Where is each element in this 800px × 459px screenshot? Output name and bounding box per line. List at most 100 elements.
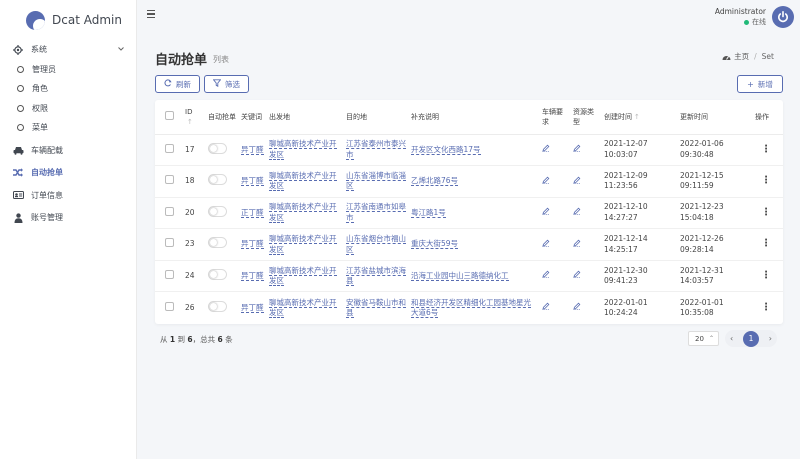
- brand-name: Dcat Admin: [52, 13, 122, 27]
- cell-keyword[interactable]: 异丁醛: [241, 270, 264, 281]
- edit-resource-icon[interactable]: [573, 271, 581, 280]
- edit-resource-icon[interactable]: [573, 207, 581, 217]
- table-row: 26 异丁醛 聊城高新技术产业开发区 安徽省马鞍山市和县 和县经济开发区精细化工园基地星…: [155, 292, 783, 324]
- sidebar-item-label: 菜单: [32, 123, 48, 133]
- row-checkbox[interactable]: [165, 269, 174, 279]
- auto-grab-switch[interactable]: [208, 268, 227, 280]
- row-checkbox[interactable]: [165, 301, 174, 311]
- cell-note[interactable]: 乙烯北路76号: [411, 176, 459, 187]
- cell-note[interactable]: 粤江路1号: [411, 207, 446, 218]
- edit-vehicle-icon[interactable]: [542, 239, 550, 249]
- row-checkbox[interactable]: [165, 143, 174, 153]
- pagination-summary: 从 1 到 6，总共 6 条: [160, 335, 233, 344]
- auto-grab-switch[interactable]: [208, 237, 227, 249]
- cell-destination[interactable]: 山东省烟台市福山区: [346, 234, 406, 255]
- sidebar-item-accounts[interactable]: 账号管理: [0, 208, 136, 228]
- circle-icon: [17, 65, 24, 73]
- cell-origin[interactable]: 聊城高新技术产业开发区: [269, 234, 337, 255]
- edit-vehicle-icon[interactable]: [542, 144, 550, 154]
- edit-vehicle-icon[interactable]: [542, 302, 550, 312]
- breadcrumb-home-link[interactable]: 主页: [734, 51, 749, 62]
- cell-keyword[interactable]: 正丁醛: [241, 207, 264, 218]
- shuffle-icon: [12, 168, 24, 177]
- row-checkbox[interactable]: [165, 175, 174, 185]
- add-button[interactable]: + 新增: [737, 75, 783, 93]
- cell-origin[interactable]: 聊城高新技术产业开发区: [269, 265, 337, 287]
- refresh-button[interactable]: 刷新: [155, 75, 200, 93]
- cell-origin[interactable]: 聊城高新技术产业开发区: [269, 170, 337, 192]
- brand[interactable]: Dcat Admin: [0, 0, 136, 40]
- cell-origin[interactable]: 聊城高新技术产业开发区: [269, 297, 337, 319]
- sidebar-item-label: 角色: [32, 84, 48, 94]
- table-row: 24 异丁醛 聊城高新技术产业开发区 江苏省盐城市滨海县 沿海工业园中山三路德纳化工 20…: [155, 260, 783, 293]
- sidebar-item-vehicle-loading[interactable]: 车辆配载: [0, 141, 136, 161]
- sidebar-item-system[interactable]: 系统: [0, 40, 136, 60]
- sidebar-item-roles[interactable]: 角色: [0, 79, 136, 99]
- cell-note[interactable]: 开发区文化西路17号: [411, 144, 481, 155]
- cell-keyword[interactable]: 异丁醛: [241, 176, 264, 187]
- hamburger-icon[interactable]: [147, 10, 155, 18]
- sidebar-item-permissions[interactable]: 权限: [0, 99, 136, 119]
- navbar: Administrator 在线: [137, 0, 800, 32]
- cell-destination[interactable]: 山东省淄博市临淄区: [346, 170, 406, 192]
- cell-destination[interactable]: 江苏省南通市如皋市: [346, 202, 406, 223]
- sidebar-item-menu[interactable]: 菜单: [0, 118, 136, 138]
- edit-vehicle-icon[interactable]: [542, 207, 550, 217]
- select-all-checkbox[interactable]: [165, 110, 174, 120]
- avatar[interactable]: [772, 6, 794, 28]
- user-name[interactable]: Administrator: [715, 7, 766, 16]
- circle-icon: [17, 104, 24, 112]
- auto-grab-switch[interactable]: [208, 142, 227, 154]
- page-1-button[interactable]: 1: [743, 330, 759, 347]
- cell-destination[interactable]: 安徽省马鞍山市和县: [346, 297, 406, 319]
- cell-destination[interactable]: 江苏省泰州市泰兴市: [346, 139, 406, 160]
- col-id[interactable]: ID ↑: [183, 100, 206, 135]
- auto-grab-switch[interactable]: [208, 205, 227, 217]
- row-actions-icon[interactable]: ⋮: [761, 207, 771, 218]
- cell-destination[interactable]: 江苏省盐城市滨海县: [346, 265, 406, 287]
- logo-icon: [26, 10, 45, 30]
- cell-note[interactable]: 沿海工业园中山三路德纳化工: [411, 270, 509, 281]
- sidebar-item-auto-grab[interactable]: 自动抢单: [0, 163, 136, 183]
- prev-page-button[interactable]: ‹: [730, 334, 733, 343]
- col-created[interactable]: 创建时间 ↑: [602, 100, 678, 135]
- row-checkbox[interactable]: [165, 238, 174, 248]
- cell-origin[interactable]: 聊城高新技术产业开发区: [269, 202, 337, 223]
- sort-icon: ↑: [187, 117, 193, 126]
- breadcrumb: 主页 / Set: [722, 51, 774, 62]
- cell-origin[interactable]: 聊城高新技术产业开发区: [269, 139, 337, 160]
- cell-updated: 2021-12-26 09:28:14: [678, 228, 753, 261]
- page-title: 自动抢单: [155, 53, 208, 68]
- edit-resource-icon[interactable]: [573, 144, 581, 154]
- cell-keyword[interactable]: 异丁醛: [241, 302, 264, 313]
- edit-vehicle-icon[interactable]: [542, 271, 550, 280]
- sidebar-item-orders[interactable]: 订单信息: [0, 186, 136, 206]
- filter-button[interactable]: 筛选: [204, 75, 249, 93]
- cell-keyword[interactable]: 异丁醛: [241, 239, 264, 250]
- sidebar-item-admins[interactable]: 管理员: [0, 60, 136, 80]
- row-checkbox[interactable]: [165, 206, 174, 216]
- per-page-select[interactable]: 20 ⌃: [688, 331, 719, 346]
- select-arrows-icon: ⌃: [708, 335, 714, 342]
- cell-note[interactable]: 重庆大街59号: [411, 239, 459, 250]
- row-actions-icon[interactable]: ⋮: [761, 302, 771, 313]
- cell-note[interactable]: 和县经济开发区精细化工园基地星光大道6号: [411, 297, 531, 319]
- chevron-down-icon: [118, 47, 124, 51]
- row-actions-icon[interactable]: ⋮: [761, 238, 771, 250]
- row-actions-icon[interactable]: ⋮: [761, 144, 771, 155]
- refresh-icon: [164, 79, 172, 89]
- auto-grab-switch[interactable]: [208, 300, 227, 312]
- edit-resource-icon[interactable]: [573, 239, 581, 249]
- power-icon: [778, 11, 788, 23]
- row-actions-icon[interactable]: ⋮: [761, 270, 771, 281]
- edit-resource-icon[interactable]: [573, 176, 581, 186]
- dashboard-icon: [722, 55, 731, 60]
- edit-vehicle-icon[interactable]: [542, 176, 550, 186]
- cell-keyword[interactable]: 异丁醛: [241, 144, 264, 155]
- auto-grab-switch[interactable]: [208, 174, 227, 186]
- row-actions-icon[interactable]: ⋮: [761, 175, 771, 186]
- cell-updated: 2022-01-01 10:35:08: [680, 297, 724, 318]
- next-page-button[interactable]: ›: [769, 334, 772, 343]
- cell-updated: 2021-12-31 14:03:57: [678, 260, 753, 293]
- edit-resource-icon[interactable]: [573, 302, 581, 312]
